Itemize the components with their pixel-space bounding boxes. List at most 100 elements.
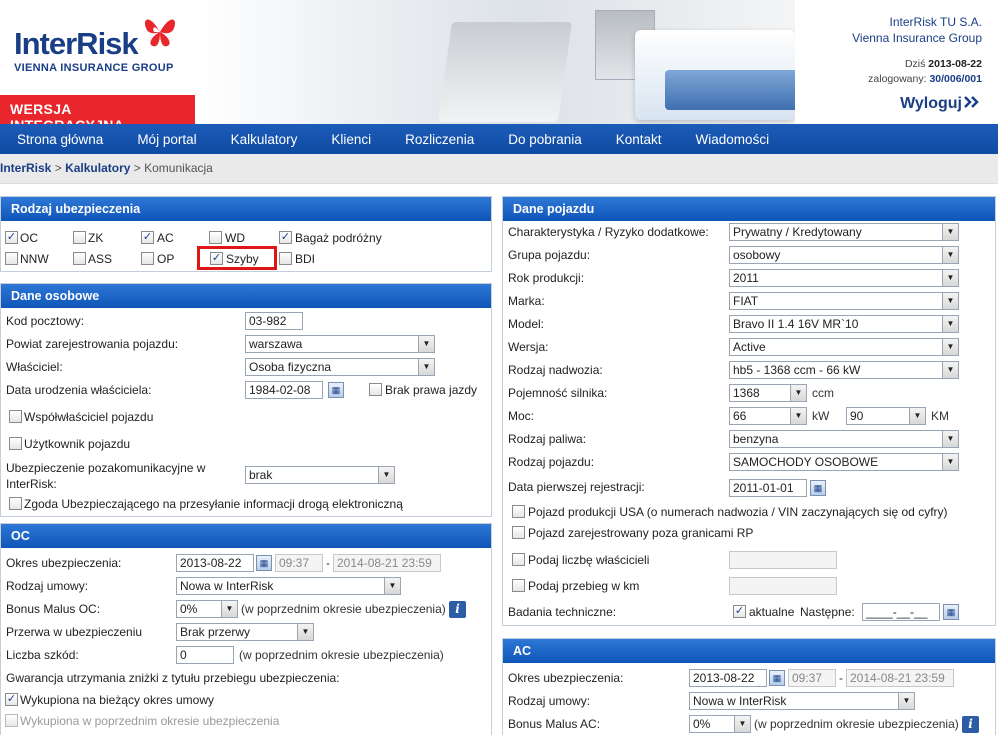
select-value: hb5 - 1368 ccm - 66 kW [733, 363, 861, 377]
label-op: OP [157, 252, 175, 266]
label-rodzaj-umowy-ac: Rodzaj umowy: [508, 694, 591, 708]
checkbox-op[interactable] [141, 252, 154, 265]
select-value: SAMOCHODY OSOBOWE [733, 455, 879, 469]
checkbox-brak-prawa[interactable] [369, 383, 382, 396]
input-nastepne[interactable]: ____-__-__ [862, 603, 940, 621]
select-przerwa[interactable]: Brak przerwy ▼ [176, 623, 314, 641]
checkbox-aktualne[interactable]: ✓ [733, 605, 746, 618]
bonus-ac-note: (w poprzednim okresie ubezpieczenia) [754, 717, 959, 731]
dropdown-icon: ▼ [942, 454, 958, 470]
label-liczba-szkod: Liczba szkód: [6, 648, 79, 662]
select-value: brak [249, 468, 273, 482]
select-nadwozie[interactable]: hb5 - 1368 ccm - 66 kW ▼ [729, 361, 959, 379]
highlight-box [197, 246, 277, 270]
info-icon[interactable]: i [962, 716, 979, 733]
label-rodzaj-pojazdu: Rodzaj pojazdu: [508, 455, 595, 469]
nav-rozliczenia[interactable]: Rozliczenia [388, 132, 491, 147]
select-powiat[interactable]: warszawa ▼ [245, 335, 435, 353]
select-pojemnosc[interactable]: 1368 ▼ [729, 384, 807, 402]
checkbox-liczba-wlascicieli[interactable] [512, 553, 525, 566]
nav-kontakt[interactable]: Kontakt [599, 132, 679, 147]
checkbox-zgoda[interactable] [9, 497, 22, 510]
dash: - [326, 556, 330, 570]
unit-km: KM [931, 409, 949, 423]
calendar-icon[interactable]: ▦ [328, 382, 344, 398]
interrisk-logo[interactable]: InterRisk VIENNA INSURANCE GROUP [12, 12, 192, 82]
select-model[interactable]: Bravo II 1.4 16V MR`10 ▼ [729, 315, 959, 333]
label-pojemnosc: Pojemność silnika: [508, 386, 608, 400]
breadcrumb-calculators[interactable]: Kalkulatory [65, 161, 130, 175]
logo-text: InterRisk [14, 26, 139, 61]
calendar-icon[interactable]: ▦ [810, 480, 826, 496]
checkbox-zk[interactable] [73, 231, 86, 244]
company-name: InterRisk TU S.A. [889, 15, 982, 29]
nav-strona-glowna[interactable]: Strona główna [0, 132, 120, 147]
select-bonus-oc[interactable]: 0% ▼ [176, 600, 238, 618]
label-model: Model: [508, 317, 545, 331]
select-wlasciciel[interactable]: Osoba fizyczna ▼ [245, 358, 435, 376]
nav-kalkulatory[interactable]: Kalkulatory [214, 132, 315, 147]
nav-klienci[interactable]: Klienci [314, 132, 388, 147]
panel-rodzaj-ubezpieczenia: Rodzaj ubezpieczenia ✓ OC ZK ✓ AC WD ✓ Baga… [0, 196, 492, 272]
input-data-rejestracji[interactable]: 2011-01-01 [729, 479, 807, 497]
select-paliwo[interactable]: benzyna ▼ [729, 430, 959, 448]
double-chevron-right-icon [964, 96, 979, 108]
select-bonus-ac[interactable]: 0% ▼ [689, 715, 751, 733]
logged-label: zalogowany: [868, 73, 927, 85]
label-paliwo: Rodzaj paliwa: [508, 432, 587, 446]
label-rodzaj-umowy-oc: Rodzaj umowy: [6, 579, 89, 593]
checkbox-bdi[interactable] [279, 252, 292, 265]
select-charakterystyka[interactable]: Prywatny / Kredytowany ▼ [729, 223, 959, 241]
checkbox-wd[interactable] [209, 231, 222, 244]
select-grupa[interactable]: osobowy ▼ [729, 246, 959, 264]
select-rodzaj-umowy-oc[interactable]: Nowa w InterRisk ▼ [176, 577, 401, 595]
checkbox-przebieg[interactable] [512, 579, 525, 592]
checkbox-ac[interactable]: ✓ [141, 231, 154, 244]
input-okres-ac-od[interactable]: 2013-08-22 [689, 669, 767, 687]
checkbox-oc[interactable]: ✓ [5, 231, 18, 244]
panel-title: AC [503, 639, 995, 663]
label-zgoda: Zgoda Ubezpieczającego na przesyłanie in… [24, 497, 403, 511]
input-okres-od[interactable]: 2013-08-22 [176, 554, 254, 572]
nav-do-pobrania[interactable]: Do pobrania [491, 132, 599, 147]
info-icon[interactable]: i [449, 601, 466, 618]
checkbox-wykupiona-biezacy[interactable]: ✓ [5, 693, 18, 706]
label-nnw: NNW [20, 252, 49, 266]
main-navigation: Strona główna Mój portal Kalkulatory Kli… [0, 124, 998, 154]
calendar-icon[interactable]: ▦ [943, 604, 959, 620]
calendar-icon[interactable]: ▦ [256, 555, 272, 571]
select-marka[interactable]: FIAT ▼ [729, 292, 959, 310]
input-kod-pocztowy[interactable]: 03-982 [245, 312, 303, 330]
select-rodzaj-umowy-ac[interactable]: Nowa w InterRisk ▼ [689, 692, 915, 710]
dropdown-icon: ▼ [378, 467, 394, 483]
session-info: Dziś 2013-08-22 zalogowany: 30/006/001 [868, 57, 982, 87]
checkbox-uzytkownik[interactable] [9, 437, 22, 450]
company-group: Vienna Insurance Group [852, 31, 982, 45]
label-zk: ZK [88, 231, 104, 245]
nav-wiadomosci[interactable]: Wiadomości [679, 132, 787, 147]
input-liczba-szkod[interactable]: 0 [176, 646, 234, 664]
select-pozakomunikacyjne[interactable]: brak ▼ [245, 466, 395, 484]
select-rok[interactable]: 2011 ▼ [729, 269, 959, 287]
input-data-urodzenia[interactable]: 1984-02-08 [245, 381, 323, 399]
select-value: Bravo II 1.4 16V MR`10 [733, 317, 859, 331]
select-moc-km[interactable]: 90 ▼ [846, 407, 926, 425]
checkbox-ass[interactable] [73, 252, 86, 265]
checkbox-poza-rp[interactable] [512, 526, 525, 539]
logout-link[interactable]: Wyloguj [900, 95, 980, 113]
nav-moj-portal[interactable]: Mój portal [120, 132, 213, 147]
checkbox-usa[interactable] [512, 505, 525, 518]
checkbox-wspolwlasciciel[interactable] [9, 410, 22, 423]
dash: - [839, 671, 843, 685]
select-rodzaj-pojazdu[interactable]: SAMOCHODY OSOBOWE ▼ [729, 453, 959, 471]
label-wykupiona-poprzedni: Wykupiona w poprzednim okresie ubezpiecz… [20, 714, 280, 728]
checkbox-nnw[interactable] [5, 252, 18, 265]
select-moc-kw[interactable]: 66 ▼ [729, 407, 807, 425]
select-wersja[interactable]: Active ▼ [729, 338, 959, 356]
select-value: Nowa w InterRisk [180, 579, 274, 593]
label-wykupiona-biezacy: Wykupiona na bieżący okres umowy [20, 693, 214, 707]
calendar-icon[interactable]: ▦ [769, 670, 785, 686]
checkbox-bagaz[interactable]: ✓ [279, 231, 292, 244]
breadcrumb-home[interactable]: InterRisk [0, 161, 51, 175]
select-value: 1368 [733, 386, 760, 400]
